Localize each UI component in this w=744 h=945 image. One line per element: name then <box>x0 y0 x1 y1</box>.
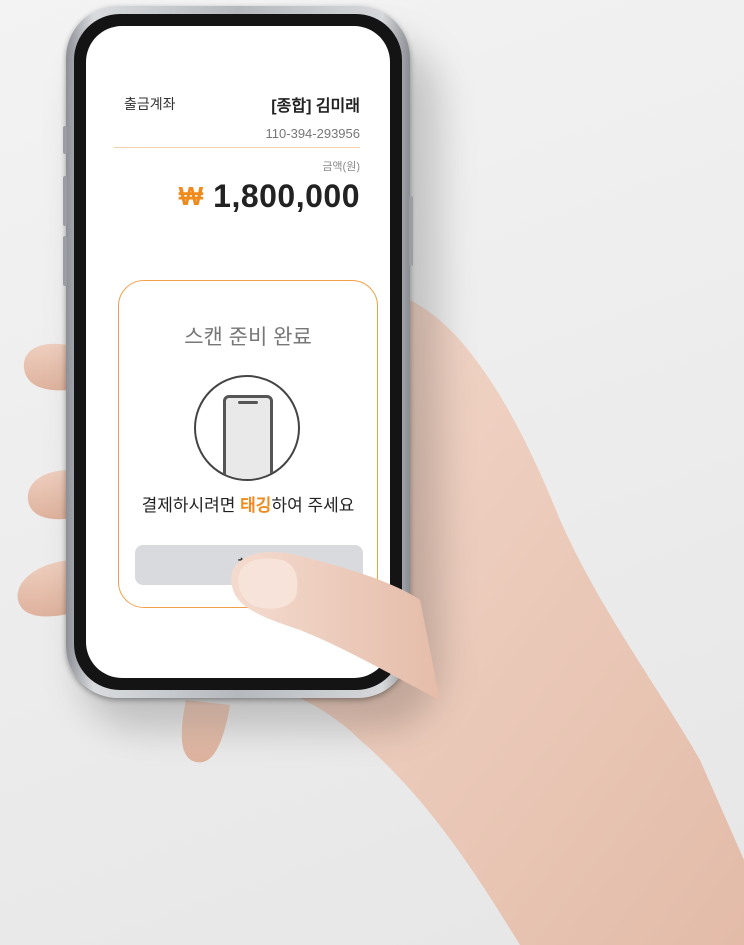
phone-bezel: 출금계좌 [종합] 김미래 110-394-293956 금액(원) ₩ 1,8… <box>74 14 402 690</box>
phone-volume-button <box>63 176 67 226</box>
phone-tag-icon <box>194 375 300 481</box>
amount-unit-label: 금액(원) <box>322 161 360 173</box>
instruction-text: 결제하시려면 <box>141 496 241 515</box>
instruction-highlight: 태깅 <box>240 496 272 515</box>
scan-instruction: 결제하시려면 태깅하여 주세요 <box>119 491 377 516</box>
phone-frame: 출금계좌 [종합] 김미래 110-394-293956 금액(원) ₩ 1,8… <box>63 6 413 698</box>
smartphone-icon <box>223 395 273 479</box>
instruction-text: 하여 주세요 <box>271 496 355 515</box>
phone-side-button <box>63 126 67 154</box>
account-number: 110-394-293956 <box>265 126 360 141</box>
account-name: [종합] 김미래 <box>271 98 360 115</box>
won-currency-icon: ₩ <box>178 181 204 211</box>
scan-ready-card: 스캔 준비 완료 결제하시려면 태깅하여 주세요 취소 <box>118 280 378 608</box>
scan-title: 스캔 준비 완료 <box>184 326 312 349</box>
cancel-button[interactable]: 취소 <box>135 545 363 585</box>
amount-row: ₩ 1,800,000 <box>179 176 360 216</box>
phone-power-button <box>409 196 413 266</box>
divider <box>114 147 360 148</box>
payment-amount: 1,800,000 <box>213 177 360 214</box>
smartphone-notch <box>238 401 258 404</box>
account-row: 출금계좌 [종합] 김미래 <box>124 92 360 115</box>
phone-volume-button <box>63 236 67 286</box>
account-label: 출금계좌 <box>124 96 176 112</box>
phone-screen: 출금계좌 [종합] 김미래 110-394-293956 금액(원) ₩ 1,8… <box>86 26 390 678</box>
